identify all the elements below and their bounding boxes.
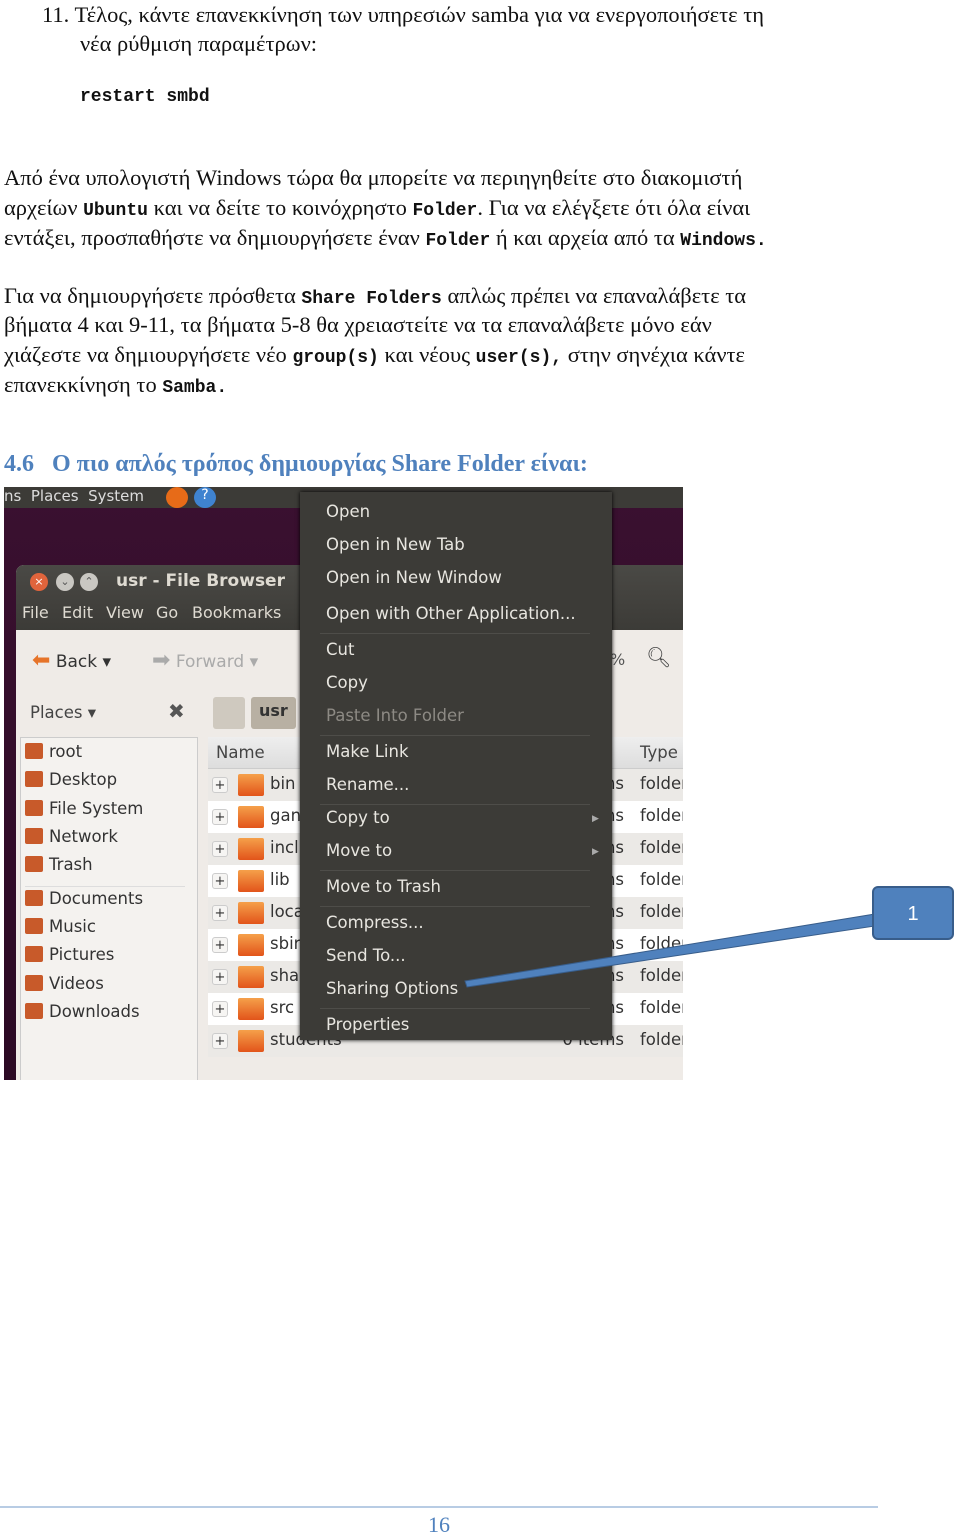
page-number: 16 [428, 1512, 450, 1537]
footer-rule [0, 1506, 878, 1508]
callout-label: 1 [872, 886, 954, 940]
callout-pointer [464, 913, 876, 988]
